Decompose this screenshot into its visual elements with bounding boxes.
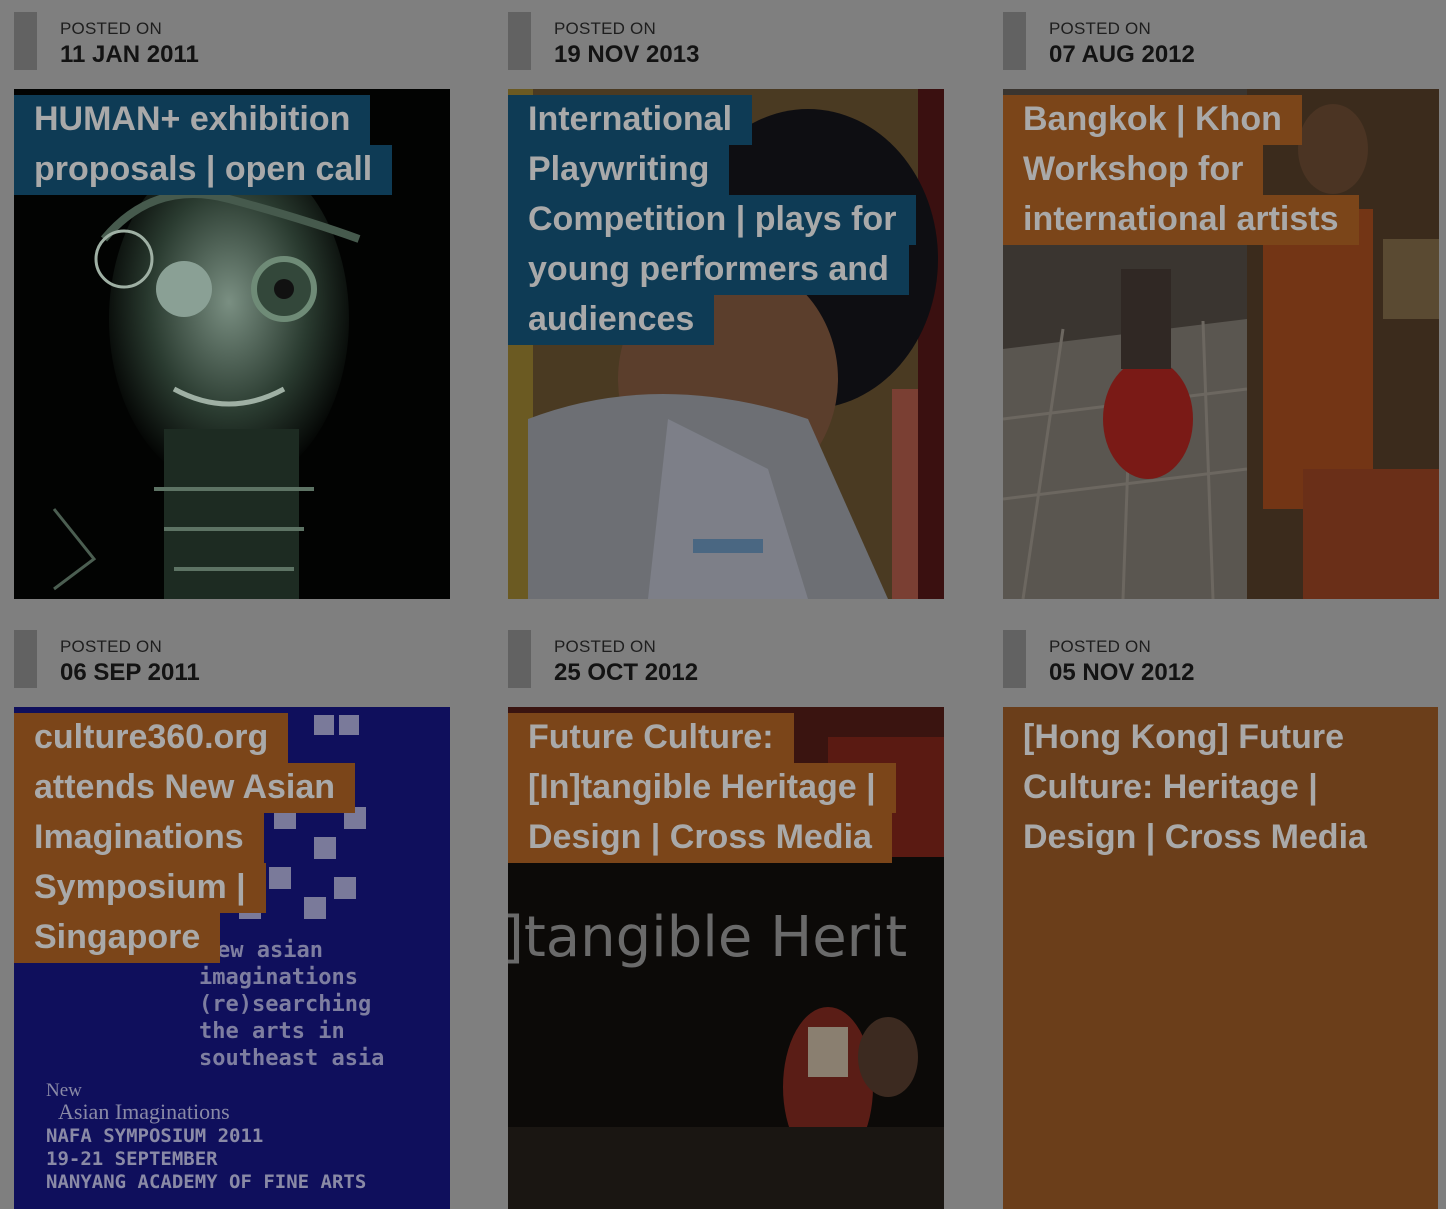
title-line: Workshop for — [1003, 145, 1264, 195]
post-meta: POSTED ON 11 JAN 2011 — [14, 12, 450, 72]
post-thumbnail[interactable]: HUMAN+ exhibition proposals | open call — [14, 89, 450, 599]
post-title[interactable]: Bangkok | Khon Workshop for internationa… — [1003, 95, 1359, 245]
post-card[interactable]: POSTED ON 06 SEP 2011 ew asian imaginati… — [14, 630, 450, 1209]
post-meta: POSTED ON 25 OCT 2012 — [508, 630, 944, 690]
post-card[interactable]: POSTED ON 07 AUG 2012 Bangkok | Khon Wor… — [1003, 12, 1439, 599]
date-marker — [1003, 630, 1026, 688]
title-line: Culture: Heritage | — [1023, 768, 1318, 806]
post-date: 11 JAN 2011 — [60, 41, 199, 68]
post-card[interactable]: POSTED ON 25 OCT 2012 ]tangible Herit Fu… — [508, 630, 944, 1209]
post-thumbnail[interactable]: [Hong Kong] Future Culture: Heritage | D… — [1003, 707, 1438, 1209]
post-date: 05 NOV 2012 — [1049, 659, 1195, 686]
posted-on-label: POSTED ON — [1049, 637, 1151, 656]
post-thumbnail[interactable]: ew asian imaginations (re)searching the … — [14, 707, 450, 1209]
posted-on-label: POSTED ON — [60, 637, 162, 656]
title-line: Imaginations — [14, 813, 264, 863]
post-card[interactable]: POSTED ON 05 NOV 2012 [Hong Kong] Future… — [1003, 630, 1439, 1209]
title-line: Competition | plays for — [508, 195, 917, 245]
title-line: international artists — [1003, 195, 1359, 245]
title-line: attends New Asian — [14, 763, 356, 813]
post-card[interactable]: POSTED ON 11 JAN 2011 HUMAN+ exhibition … — [14, 12, 450, 599]
title-line: audiences — [508, 295, 715, 345]
title-line: young performers and — [508, 245, 909, 295]
post-date: 25 OCT 2012 — [554, 659, 699, 686]
date-marker — [508, 12, 531, 70]
post-meta: POSTED ON 07 AUG 2012 — [1003, 12, 1439, 72]
posted-on-label: POSTED ON — [554, 19, 656, 38]
post-date: 07 AUG 2012 — [1049, 41, 1195, 68]
title-line: HUMAN+ exhibition — [14, 95, 371, 145]
post-thumbnail[interactable]: International Playwriting Competition | … — [508, 89, 944, 599]
title-line: Bangkok | Khon — [1003, 95, 1302, 145]
post-meta: POSTED ON 19 NOV 2013 — [508, 12, 944, 72]
posted-on-label: POSTED ON — [1049, 19, 1151, 38]
title-line: International — [508, 95, 753, 145]
posted-on-label: POSTED ON — [554, 637, 656, 656]
title-line: Playwriting — [508, 145, 730, 195]
post-title[interactable]: [Hong Kong] Future Culture: Heritage | D… — [1003, 713, 1387, 863]
post-title[interactable]: HUMAN+ exhibition proposals | open call — [14, 95, 393, 195]
post-title[interactable]: culture360.org attends New Asian Imagina… — [14, 713, 356, 963]
post-date: 19 NOV 2013 — [554, 41, 700, 68]
title-line: [Hong Kong] Future — [1023, 718, 1345, 756]
poster-footer: New Asian Imaginations NAFA SYMPOSIUM 20… — [46, 1080, 367, 1193]
title-line: culture360.org — [14, 713, 289, 763]
post-thumbnail[interactable]: Bangkok | Khon Workshop for internationa… — [1003, 89, 1439, 599]
image-caption-text: ]tangible Herit — [508, 905, 908, 970]
date-marker — [14, 630, 37, 688]
posted-on-label: POSTED ON — [60, 19, 162, 38]
post-card[interactable]: POSTED ON 19 NOV 2013 International Play… — [508, 12, 944, 599]
post-title[interactable]: Future Culture: [In]tangible Heritage | … — [508, 713, 896, 863]
title-line: Singapore — [14, 913, 221, 963]
title-line: proposals | open call — [14, 145, 393, 195]
title-line: Design | Cross Media — [508, 813, 892, 863]
title-line: Design | Cross Media — [1023, 818, 1367, 856]
date-marker — [1003, 12, 1026, 70]
post-meta: POSTED ON 06 SEP 2011 — [14, 630, 450, 690]
date-marker — [14, 12, 37, 70]
title-line: [In]tangible Heritage | — [508, 763, 896, 813]
date-marker — [508, 630, 531, 688]
post-thumbnail[interactable]: ]tangible Herit Future Culture: [In]tang… — [508, 707, 944, 1209]
post-date: 06 SEP 2011 — [60, 659, 200, 686]
post-title[interactable]: International Playwriting Competition | … — [508, 95, 917, 345]
post-meta: POSTED ON 05 NOV 2012 — [1003, 630, 1439, 690]
title-line: Future Culture: — [508, 713, 794, 763]
title-line: Symposium | — [14, 863, 266, 913]
